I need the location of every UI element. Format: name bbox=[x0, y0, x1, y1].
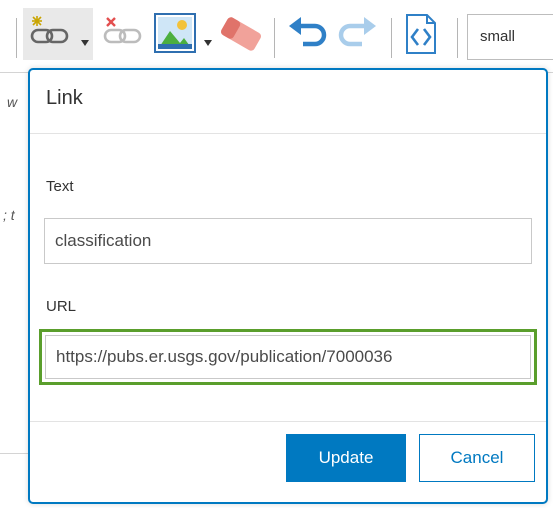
toolbar-separator bbox=[274, 18, 275, 58]
chevron-down-icon bbox=[204, 40, 212, 46]
unlink-button[interactable] bbox=[96, 8, 152, 60]
redo-icon bbox=[338, 17, 376, 47]
text-field-label: Text bbox=[46, 178, 74, 195]
clear-formatting-button[interactable] bbox=[216, 8, 266, 60]
unlink-icon bbox=[103, 17, 142, 44]
insert-link-button[interactable] bbox=[23, 8, 93, 60]
dialog-title: Link bbox=[46, 87, 83, 109]
link-text-input[interactable]: classification bbox=[44, 218, 532, 264]
link-dialog: Link Text classification URL https://pub… bbox=[28, 68, 548, 504]
editor-divider bbox=[0, 453, 30, 454]
link-url-input[interactable]: https://pubs.er.usgs.gov/publication/700… bbox=[45, 335, 531, 379]
editor-text-fragment: w bbox=[7, 94, 18, 110]
source-code-icon bbox=[406, 14, 436, 54]
chevron-down-icon bbox=[81, 40, 89, 46]
toolbar-separator bbox=[16, 18, 17, 58]
url-field-label: URL bbox=[46, 298, 77, 315]
undo-button[interactable] bbox=[283, 8, 331, 60]
redo-button[interactable] bbox=[334, 8, 382, 60]
update-button[interactable]: Update bbox=[286, 434, 406, 482]
insert-image-icon bbox=[154, 13, 196, 53]
insert-image-button[interactable] bbox=[150, 8, 216, 60]
cancel-button[interactable]: Cancel bbox=[419, 434, 535, 482]
undo-icon bbox=[289, 17, 327, 47]
font-size-select[interactable]: small bbox=[467, 14, 553, 60]
toolbar-separator bbox=[391, 18, 392, 58]
url-focus-outline: https://pubs.er.usgs.gov/publication/700… bbox=[39, 329, 537, 385]
insert-link-icon bbox=[30, 16, 69, 44]
source-code-button[interactable] bbox=[398, 8, 444, 60]
editor-toolbar: small bbox=[0, 0, 553, 73]
dialog-footer-divider bbox=[30, 421, 546, 422]
eraser-icon bbox=[221, 17, 261, 51]
editor-text-fragment: ; t bbox=[3, 207, 15, 223]
dialog-header-divider bbox=[30, 133, 546, 134]
toolbar-separator bbox=[457, 18, 458, 58]
